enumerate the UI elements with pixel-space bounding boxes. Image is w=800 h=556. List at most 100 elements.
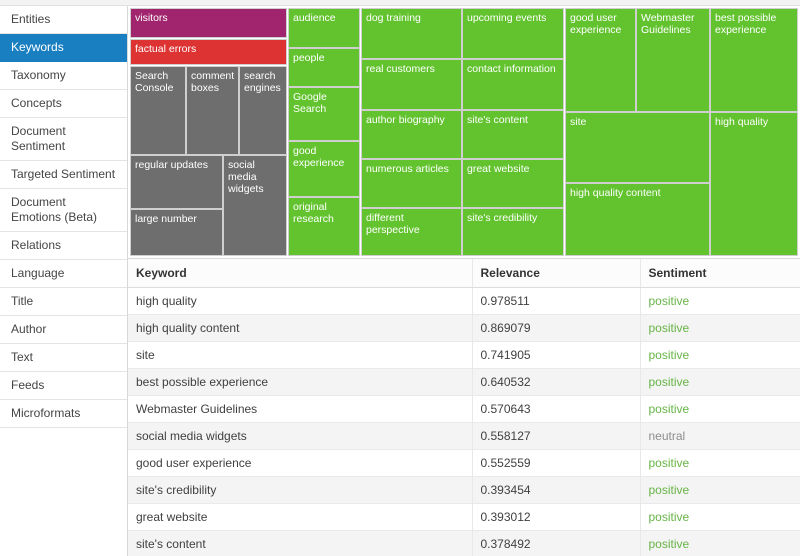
treemap-tile-label: social media widgets (228, 159, 283, 195)
treemap-tile-label: author biography (366, 114, 458, 126)
sidebar-item-label: Language (11, 266, 64, 280)
treemap-tile[interactable]: Webmaster Guidelines (636, 8, 710, 112)
sidebar-item-label: Document Sentiment (11, 124, 66, 153)
sidebar-item-targeted-sentiment[interactable]: Targeted Sentiment (0, 161, 127, 189)
sidebar-item-label: Entities (11, 12, 50, 26)
cell-sentiment: positive (640, 342, 800, 369)
cell-relevance: 0.378492 (472, 531, 640, 556)
treemap-tile-label: Search Console (135, 70, 182, 94)
column-header-relevance[interactable]: Relevance (472, 259, 640, 288)
table-row[interactable]: Webmaster Guidelines0.570643positive (128, 396, 800, 423)
table-row[interactable]: high quality content0.869079positive (128, 315, 800, 342)
table-row[interactable]: good user experience0.552559positive (128, 450, 800, 477)
treemap-tile[interactable]: Search Console (130, 66, 186, 155)
treemap-tile-label: site's content (467, 114, 560, 126)
sidebar-item-author[interactable]: Author (0, 316, 127, 344)
table-row[interactable]: high quality0.978511 positive (128, 288, 800, 315)
cell-sentiment: positive (640, 369, 800, 396)
treemap-tile[interactable]: site (565, 112, 710, 183)
sidebar-item-label: Author (11, 322, 46, 336)
sentiment-badge: neutral (649, 429, 686, 443)
treemap-tile[interactable]: numerous articles (361, 159, 462, 208)
cell-sentiment: positive (640, 477, 800, 504)
treemap-tile[interactable]: real customers (361, 59, 462, 110)
cell-relevance: 0.393012 (472, 504, 640, 531)
sentiment-badge: positive (649, 402, 690, 416)
treemap-tile-label: real customers (366, 63, 458, 75)
treemap-tile[interactable]: site's credibility (462, 208, 564, 256)
cell-keyword: high quality content (128, 315, 472, 342)
table-row[interactable]: social media widgets0.558127neutral (128, 423, 800, 450)
treemap-tile[interactable]: upcoming events (462, 8, 564, 59)
treemap-tile[interactable]: good experience (288, 141, 360, 197)
sentiment-badge: positive (649, 294, 690, 308)
treemap-tile-label: Webmaster Guidelines (641, 12, 706, 36)
table-row[interactable]: site0.741905positive (128, 342, 800, 369)
sidebar-item-concepts[interactable]: Concepts (0, 90, 127, 118)
treemap-tile[interactable]: high quality (710, 112, 798, 256)
treemap-tile[interactable]: high quality content (565, 183, 710, 256)
cell-relevance: 0.570643 (472, 396, 640, 423)
sidebar-item-entities[interactable]: Entities (0, 6, 127, 34)
column-header-sentiment[interactable]: Sentiment (640, 259, 800, 288)
sidebar-item-language[interactable]: Language (0, 260, 127, 288)
sidebar-item-document-sentiment[interactable]: Document Sentiment (0, 118, 127, 161)
sidebar-item-microformats[interactable]: Microformats (0, 400, 127, 428)
sentiment-badge: positive (649, 537, 690, 551)
keyword-table: Keyword Relevance Sentiment high quality… (128, 259, 800, 556)
sidebar-item-document-emotions-beta[interactable]: Document Emotions (Beta) (0, 189, 127, 232)
cell-relevance: 0.869079 (472, 315, 640, 342)
treemap-tile-label: original research (293, 201, 356, 225)
treemap-tile-label: comment boxes (191, 70, 235, 94)
sentiment-badge: positive (649, 483, 690, 497)
sidebar-item-text[interactable]: Text (0, 344, 127, 372)
treemap-tile[interactable]: best possible experience (710, 8, 798, 112)
cell-keyword: high quality (128, 288, 472, 315)
treemap-tile-label: upcoming events (467, 12, 560, 24)
sidebar-item-taxonomy[interactable]: Taxonomy (0, 62, 127, 90)
sidebar-item-feeds[interactable]: Feeds (0, 372, 127, 400)
cell-sentiment: positive (640, 315, 800, 342)
treemap-tile[interactable]: comment boxes (186, 66, 239, 155)
sidebar-item-label: Feeds (11, 378, 44, 392)
treemap-tile-label: large number (135, 213, 219, 225)
sidebar-item-label: Concepts (11, 96, 62, 110)
treemap-tile-label: great website (467, 163, 560, 175)
treemap-tile[interactable]: site's content (462, 110, 564, 159)
table-row[interactable]: site's content0.378492 positive (128, 531, 800, 556)
table-row[interactable]: site's credibility0.393454positive (128, 477, 800, 504)
treemap-tile[interactable]: original research (288, 197, 360, 256)
treemap-tile[interactable]: regular updates (130, 155, 223, 209)
sentiment-badge: positive (649, 456, 690, 470)
cell-sentiment: positive (640, 504, 800, 531)
column-header-keyword[interactable]: Keyword (128, 259, 472, 288)
treemap-tile[interactable]: great website (462, 159, 564, 208)
treemap-tile[interactable]: visitors (130, 8, 287, 38)
treemap-tile[interactable]: large number (130, 209, 223, 256)
treemap-tile[interactable]: author biography (361, 110, 462, 159)
treemap-tile[interactable]: contact information (462, 59, 564, 110)
treemap-tile[interactable]: social media widgets (223, 155, 287, 256)
treemap-tile[interactable]: people (288, 48, 360, 87)
cell-keyword: social media widgets (128, 423, 472, 450)
table-row[interactable]: best possible experience0.640532positive (128, 369, 800, 396)
treemap-tile[interactable]: dog training (361, 8, 462, 59)
treemap-tile-label: Google Search (293, 91, 356, 115)
treemap-tile[interactable]: search engines (239, 66, 287, 155)
treemap-tile[interactable]: different perspective (361, 208, 462, 256)
sentiment-badge: positive (649, 348, 690, 362)
treemap-tile[interactable]: good user experience (565, 8, 636, 112)
cell-keyword: site's content (128, 531, 472, 556)
cell-sentiment: positive (640, 450, 800, 477)
table-row[interactable]: great website0.393012positive (128, 504, 800, 531)
sidebar-item-relations[interactable]: Relations (0, 232, 127, 260)
sidebar-item-keywords[interactable]: Keywords (0, 34, 127, 62)
treemap-tile[interactable]: audience (288, 8, 360, 48)
cell-relevance: 0.552559 (472, 450, 640, 477)
treemap-tile[interactable]: Google Search (288, 87, 360, 141)
cell-relevance: 0.978511 (472, 288, 640, 315)
sidebar-item-title[interactable]: Title (0, 288, 127, 316)
cell-relevance: 0.393454 (472, 477, 640, 504)
treemap-tile-label: audience (293, 12, 356, 24)
treemap-tile[interactable]: factual errors (130, 39, 287, 65)
